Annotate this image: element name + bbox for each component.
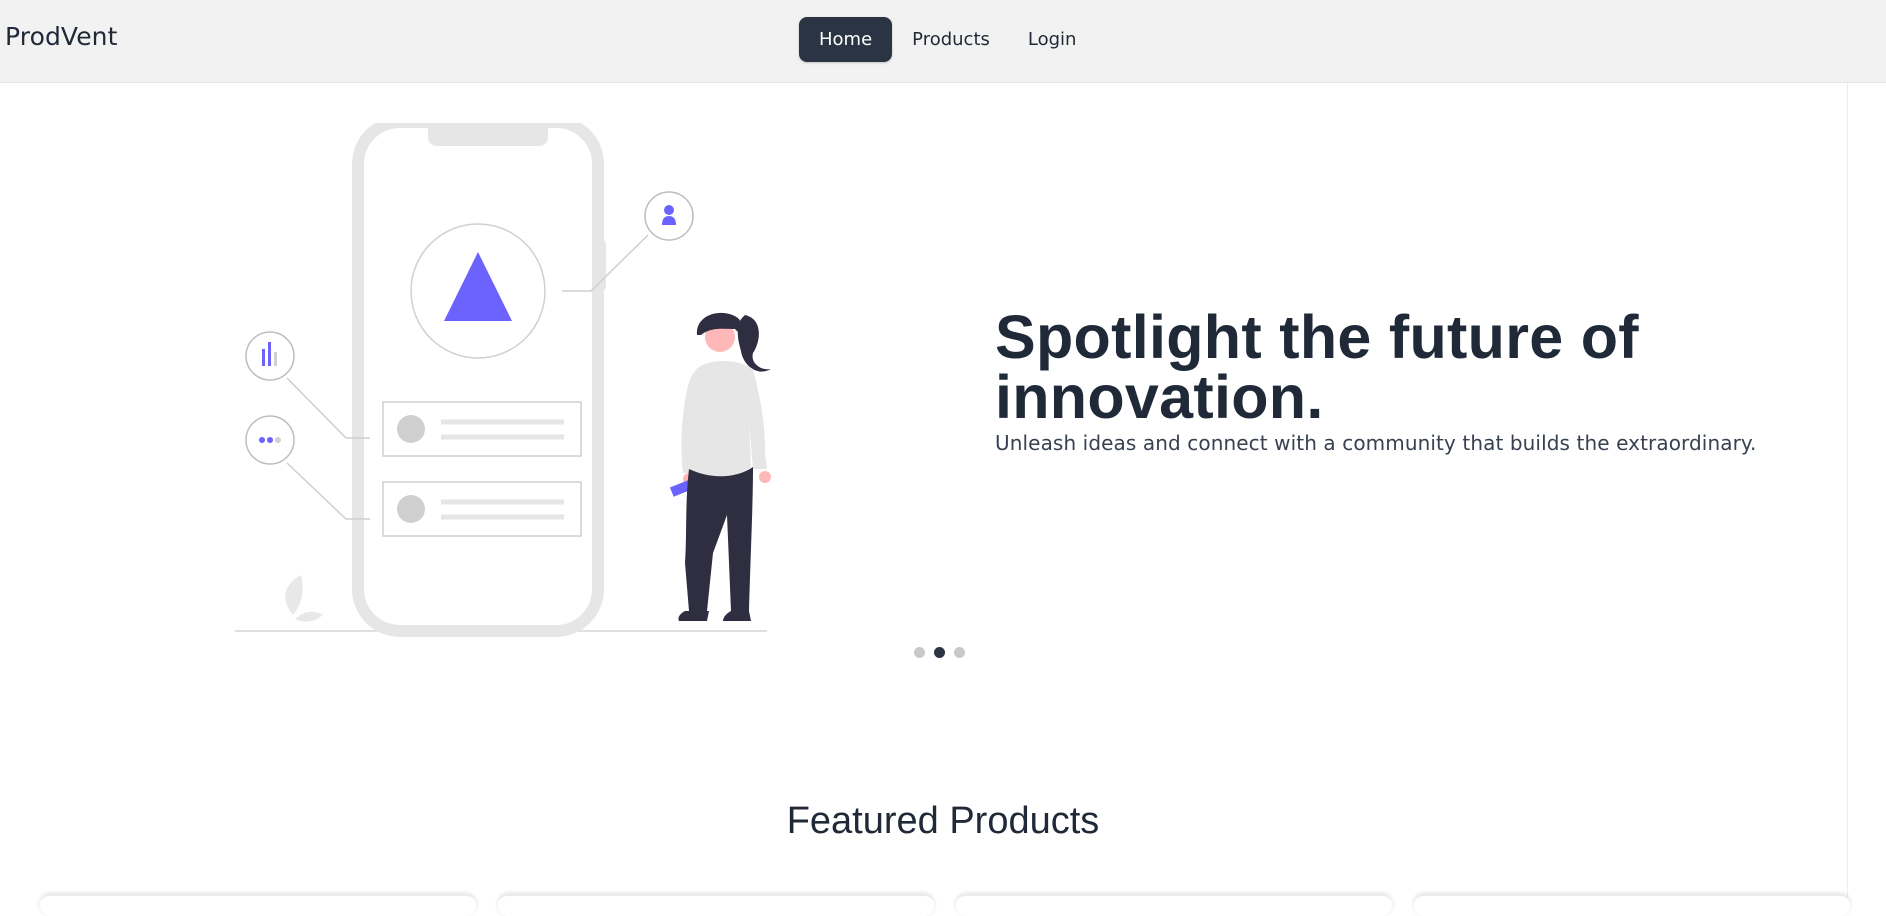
product-card[interactable] (498, 894, 934, 916)
more-dots-icon (245, 415, 295, 465)
nav-products[interactable]: Products (893, 17, 1009, 62)
right-gutter (1847, 83, 1886, 900)
slide-caption: Spotlight the future of innovation. Unle… (995, 307, 1815, 456)
hero-subtitle: Unleash ideas and connect with a communi… (995, 431, 1757, 455)
product-card[interactable] (40, 894, 476, 916)
triangle-icon (444, 252, 512, 321)
main-nav: Home Products Login (799, 17, 1095, 62)
nav-home[interactable]: Home (799, 17, 893, 62)
hero-headline-line2: innovation. (995, 363, 1324, 431)
nav-login[interactable]: Login (1009, 17, 1096, 62)
hero-carousel: Spotlight the future of innovation. Unle… (40, 83, 1848, 683)
bar-chart-icon (245, 331, 295, 381)
carousel-indicators (914, 647, 965, 658)
user-icon (644, 191, 694, 241)
carousel-dot-1[interactable] (914, 647, 925, 658)
hero-headline-line1: Spotlight the future of (995, 303, 1639, 371)
hero-illustration (235, 123, 771, 637)
featured-products-grid (40, 894, 1850, 916)
woman-figure (669, 312, 771, 621)
product-card[interactable] (1414, 894, 1850, 916)
navbar: ProdVent Home Products Login (0, 0, 1886, 83)
brand-logo[interactable]: ProdVent (5, 22, 118, 51)
product-card[interactable] (956, 894, 1392, 916)
hero-headline: Spotlight the future of innovation. (995, 307, 1815, 428)
carousel-dot-3[interactable] (954, 647, 965, 658)
featured-products-heading: Featured Products (786, 800, 1100, 842)
left-gutter (0, 83, 39, 900)
carousel-dot-2[interactable] (934, 647, 945, 658)
